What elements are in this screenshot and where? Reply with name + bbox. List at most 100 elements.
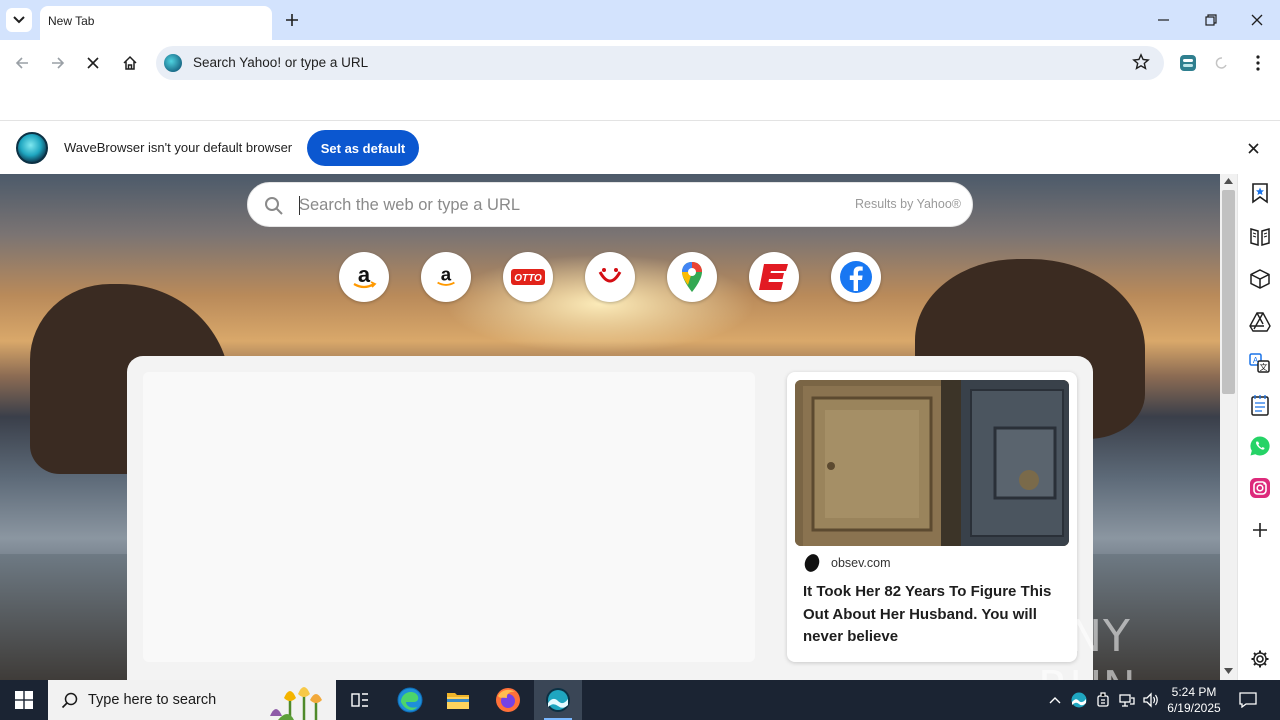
facebook-icon <box>840 261 872 293</box>
ad-placeholder <box>143 372 755 662</box>
espn-logo-icon <box>759 264 788 290</box>
taskbar-file-explorer[interactable] <box>434 680 482 720</box>
stop-loading-button[interactable] <box>80 50 106 76</box>
plus-icon <box>1253 523 1267 537</box>
start-button[interactable] <box>0 680 48 720</box>
chevron-up-icon <box>1049 697 1061 704</box>
safe-photo-illustration <box>795 380 1069 546</box>
close-icon <box>1247 142 1259 154</box>
news-card-title[interactable]: It Took Her 82 Years To Figure This Out … <box>803 581 1065 649</box>
infobar-close-button[interactable] <box>1244 139 1262 157</box>
folder-icon <box>447 693 469 709</box>
new-tab-page: Results by Yahoo® a a OTTO <box>0 174 1220 680</box>
shortcut-amazon[interactable]: a <box>339 252 389 302</box>
back-button[interactable] <box>9 50 35 76</box>
svg-text:a: a <box>441 264 452 285</box>
windows-logo-icon <box>15 691 33 709</box>
shortcut-espn[interactable] <box>749 252 799 302</box>
wavebrowser-icon <box>546 688 570 712</box>
edge-icon <box>397 687 423 713</box>
newtab-search-box[interactable]: Results by Yahoo® <box>247 182 973 227</box>
usb-device-icon <box>1097 692 1109 707</box>
shortcut-facebook[interactable] <box>831 252 881 302</box>
taskbar-search-placeholder: Type here to search <box>88 692 217 708</box>
home-button[interactable] <box>117 50 143 76</box>
tab-strip: New Tab <box>0 0 1280 40</box>
toggle-extension-icon <box>1180 55 1196 71</box>
bookmark-star-button[interactable] <box>1132 53 1150 76</box>
newtab-search-input[interactable] <box>299 193 829 217</box>
minimize-button[interactable] <box>1141 0 1187 40</box>
scrollbar-thumb[interactable] <box>1222 190 1235 394</box>
sidepanel-translate-button[interactable]: A文 <box>1247 350 1273 376</box>
restore-button[interactable] <box>1188 0 1234 40</box>
news-card[interactable]: obsev.com It Took Her 82 Years To Figure… <box>787 372 1077 662</box>
tray-volume[interactable] <box>1140 680 1162 720</box>
sidepanel-drive-button[interactable] <box>1247 309 1273 335</box>
sidepanel-bookmarks-button[interactable] <box>1247 180 1273 206</box>
close-icon <box>87 57 99 69</box>
arrow-right-icon <box>52 57 65 69</box>
set-as-default-button[interactable]: Set as default <box>307 130 419 166</box>
taskbar-task-view[interactable] <box>336 680 384 720</box>
plus-icon <box>286 14 298 26</box>
tab-new-tab[interactable]: New Tab <box>40 6 272 40</box>
cube-icon <box>1250 269 1270 289</box>
watermark: ANY RUN <box>1038 611 1136 680</box>
menu-button[interactable] <box>1246 52 1270 74</box>
notepad-icon <box>1251 395 1269 416</box>
tray-network[interactable] <box>1116 680 1138 720</box>
search-icon <box>265 197 283 215</box>
clock-date: 6/19/2025 <box>1167 701 1221 715</box>
tulips-illustration-icon <box>270 687 322 720</box>
svg-text:a: a <box>358 262 371 287</box>
news-card-image <box>795 380 1069 546</box>
chevron-down-icon <box>13 16 25 24</box>
side-panel: A文 <box>1237 174 1280 680</box>
tab-title: New Tab <box>48 14 95 28</box>
whatsapp-icon <box>1250 436 1270 456</box>
forward-button[interactable] <box>45 50 71 76</box>
page-scrollbar[interactable] <box>1220 174 1237 680</box>
taskbar-edge[interactable] <box>386 680 434 720</box>
loading-extension-button[interactable] <box>1210 52 1234 74</box>
restore-icon <box>1205 14 1217 26</box>
minimize-icon <box>1158 19 1169 21</box>
firefox-icon <box>496 688 520 712</box>
tray-wavebrowser[interactable] <box>1068 680 1090 720</box>
wavebrowser-tray-icon <box>1071 692 1087 708</box>
tray-device[interactable] <box>1092 680 1114 720</box>
shortcut-otto[interactable]: OTTO <box>503 252 553 302</box>
amazon-icon: a <box>353 262 377 289</box>
extension-button[interactable] <box>1176 52 1200 74</box>
tray-overflow-button[interactable] <box>1044 680 1066 720</box>
spinner-icon <box>1215 57 1227 69</box>
sidepanel-whatsapp-button[interactable] <box>1247 433 1273 459</box>
shortcut-google-maps[interactable] <box>667 252 717 302</box>
sidepanel-reading-button[interactable] <box>1247 223 1273 249</box>
taskbar-clock[interactable]: 5:24 PM 6/19/2025 <box>1164 684 1224 716</box>
star-icon <box>1132 53 1150 70</box>
sidepanel-settings-button[interactable] <box>1247 646 1273 672</box>
search-icon <box>61 692 78 709</box>
new-tab-button[interactable] <box>282 10 302 30</box>
taskbar-search-box[interactable]: Type here to search <box>48 680 336 720</box>
tab-search-button[interactable] <box>6 8 32 32</box>
sidepanel-3d-button[interactable] <box>1247 266 1273 292</box>
sidepanel-instagram-button[interactable] <box>1247 475 1273 501</box>
wavebrowser-logo-icon <box>16 132 48 164</box>
svg-text:文: 文 <box>1260 362 1268 372</box>
address-bar[interactable]: Search Yahoo! or type a URL <box>156 46 1164 80</box>
sidepanel-add-button[interactable] <box>1247 517 1273 543</box>
bookmark-star-icon <box>1252 183 1268 204</box>
speaker-icon <box>1143 692 1158 708</box>
taskbar-firefox[interactable] <box>484 680 532 720</box>
taskbar-wavebrowser[interactable] <box>534 680 582 720</box>
close-window-button[interactable] <box>1234 0 1280 40</box>
network-icon <box>1119 694 1135 707</box>
shortcut-amazon-2[interactable]: a <box>421 252 471 302</box>
action-center-button[interactable] <box>1232 680 1264 720</box>
wavebrowser-logo-icon <box>164 54 182 72</box>
shortcut-tui[interactable] <box>585 252 635 302</box>
sidepanel-notes-button[interactable] <box>1247 392 1273 418</box>
